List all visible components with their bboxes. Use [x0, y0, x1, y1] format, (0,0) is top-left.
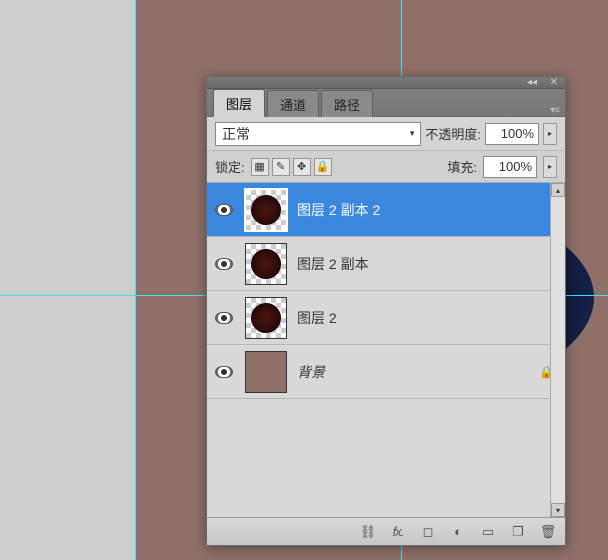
opacity-input[interactable]: 100% — [485, 123, 539, 145]
scroll-up-icon[interactable]: ▴ — [551, 183, 565, 197]
layer-list-scrollbar[interactable]: ▴ ▾ — [550, 183, 565, 517]
visibility-eye-icon[interactable] — [215, 258, 233, 270]
blend-mode-select[interactable]: 正常 ▾ — [215, 122, 421, 146]
scroll-down-icon[interactable]: ▾ — [551, 503, 565, 517]
fill-slider-button[interactable]: ▸ — [543, 156, 557, 178]
layer-thumbnail[interactable] — [245, 351, 287, 393]
close-icon[interactable]: ✕ — [547, 78, 561, 88]
blend-opacity-row: 正常 ▾ 不透明度: 100% ▸ — [207, 117, 565, 151]
lock-all-icon[interactable]: 🔒 — [314, 158, 332, 176]
delete-layer-icon[interactable]: 🗑 — [539, 523, 557, 541]
tab-channels[interactable]: 通道 — [267, 90, 319, 117]
layer-thumbnail[interactable] — [245, 189, 287, 231]
lock-fill-row: 锁定: ▦ ✎ ✥ 🔒 填充: 100% ▸ — [207, 151, 565, 183]
collapse-icon[interactable]: ◂◂ — [525, 78, 539, 88]
lock-icons-group: ▦ ✎ ✥ 🔒 — [251, 158, 332, 176]
fx-icon[interactable]: fx. — [389, 523, 407, 541]
scroll-track[interactable] — [551, 197, 565, 503]
lock-pixels-icon[interactable]: ✎ — [272, 158, 290, 176]
layer-thumbnail[interactable] — [245, 243, 287, 285]
layer-name-label[interactable]: 背景 — [297, 362, 529, 382]
opacity-slider-button[interactable]: ▸ — [543, 123, 557, 145]
fill-label: 填充: — [447, 157, 477, 176]
lock-label: 锁定: — [215, 157, 245, 176]
opacity-label: 不透明度: — [425, 124, 481, 143]
panel-footer: ⛓ fx. ◻ ◐ ▭ ❐ 🗑 — [207, 517, 565, 545]
blend-mode-value: 正常 — [222, 124, 250, 144]
add-mask-icon[interactable]: ◻ — [419, 523, 437, 541]
link-layers-icon[interactable]: ⛓ — [359, 523, 377, 541]
tab-layers[interactable]: 图层 — [213, 89, 265, 117]
layer-thumbnail[interactable] — [245, 297, 287, 339]
layer-name-label[interactable]: 图层 2 副本 2 — [297, 200, 559, 220]
layer-name-label[interactable]: 图层 2 — [297, 308, 559, 328]
visibility-eye-icon[interactable] — [215, 312, 233, 324]
opacity-value: 100% — [501, 126, 534, 141]
visibility-eye-icon[interactable] — [215, 366, 233, 378]
layer-row[interactable]: 背景 🔒 — [207, 345, 565, 399]
chevron-down-icon: ▾ — [410, 128, 415, 139]
new-group-icon[interactable]: ▭ — [479, 523, 497, 541]
layer-row[interactable]: 图层 2 副本 — [207, 237, 565, 291]
lock-transparency-icon[interactable]: ▦ — [251, 158, 269, 176]
new-layer-icon[interactable]: ❐ — [509, 523, 527, 541]
layers-panel: ◂◂ ✕ 图层 通道 路径 ▾≡ 正常 ▾ 不透明度: 100% ▸ 锁定: ▦… — [206, 76, 566, 546]
lock-position-icon[interactable]: ✥ — [293, 158, 311, 176]
guide-vertical-left[interactable] — [135, 0, 136, 560]
layer-name-label[interactable]: 图层 2 副本 — [297, 254, 559, 274]
layer-list: 图层 2 副本 2 图层 2 副本 图层 2 背景 🔒 ▴ ▾ — [207, 183, 565, 517]
adjustment-layer-icon[interactable]: ◐ — [449, 523, 467, 541]
panel-titlebar[interactable]: ◂◂ ✕ — [207, 77, 565, 89]
panel-menu-icon[interactable]: ▾≡ — [550, 105, 559, 116]
layer-row[interactable]: 图层 2 副本 2 — [207, 183, 565, 237]
panel-tabs: 图层 通道 路径 ▾≡ — [207, 89, 565, 117]
layer-row[interactable]: 图层 2 — [207, 291, 565, 345]
tab-paths[interactable]: 路径 — [321, 90, 373, 117]
fill-value: 100% — [499, 159, 532, 174]
fill-input[interactable]: 100% — [483, 156, 537, 178]
visibility-eye-icon[interactable] — [215, 204, 233, 216]
